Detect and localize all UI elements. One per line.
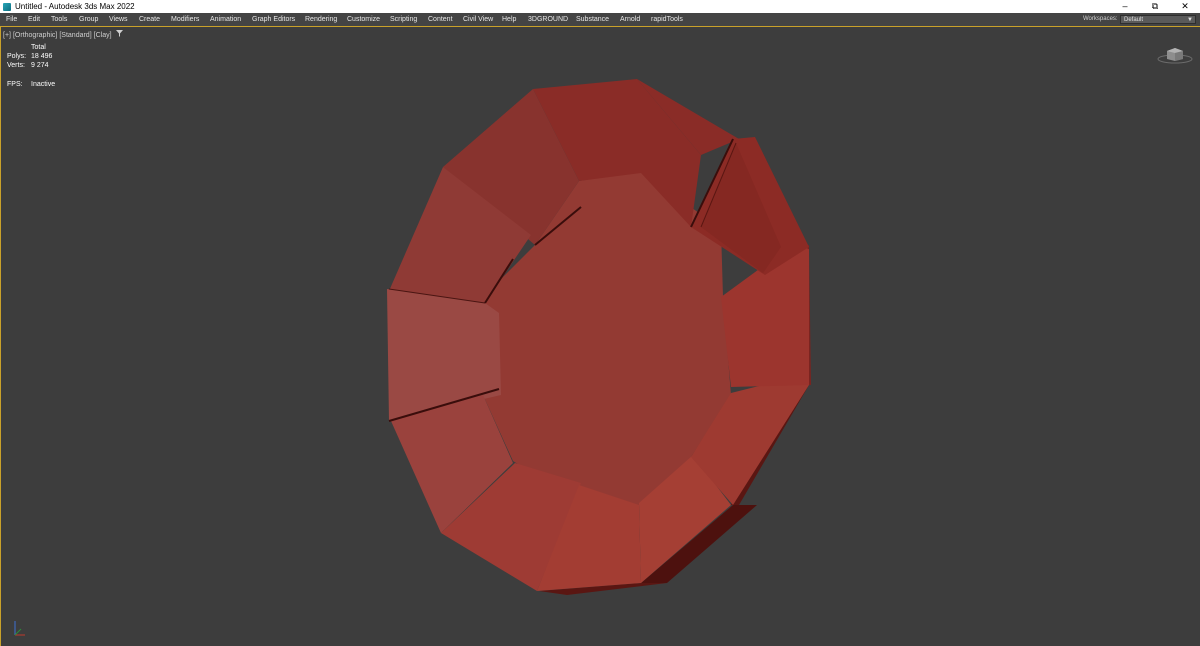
menu-content[interactable]: Content: [428, 13, 453, 26]
menu-substance[interactable]: Substance: [576, 13, 609, 26]
menu-views[interactable]: Views: [109, 13, 128, 26]
fps-value: Inactive: [31, 81, 56, 88]
menu-file[interactable]: File: [6, 13, 17, 26]
menu-rendering[interactable]: Rendering: [305, 13, 337, 26]
stats-header: Total: [31, 44, 46, 51]
menu-arnold[interactable]: Arnold: [620, 13, 640, 26]
viewport[interactable]: [+] [Orthographic] [Standard] [Clay] Total …: [0, 26, 1200, 646]
window-title: Untitled - Autodesk 3ds Max 2022: [15, 2, 135, 11]
viewport-menu-plus[interactable]: [+]: [3, 32, 11, 39]
3d-object[interactable]: [1, 27, 1200, 646]
menu-edit[interactable]: Edit: [28, 13, 40, 26]
menu-civil-view[interactable]: Civil View: [463, 13, 493, 26]
menu-help[interactable]: Help: [502, 13, 516, 26]
menu-scripting[interactable]: Scripting: [390, 13, 417, 26]
chevron-down-icon: ▼: [1187, 17, 1193, 23]
menu-group[interactable]: Group: [79, 13, 98, 26]
verts-label: Verts:: [7, 62, 25, 69]
verts-value: 9 274: [31, 62, 49, 69]
restore-button[interactable]: ⧉: [1140, 0, 1170, 13]
menu-animation[interactable]: Animation: [210, 13, 241, 26]
menu-rapidtools[interactable]: rapidTools: [651, 13, 683, 26]
minimize-button[interactable]: –: [1110, 0, 1140, 13]
polys-value: 18 496: [31, 53, 53, 60]
filter-icon[interactable]: [114, 30, 123, 39]
viewport-point-of-view[interactable]: [Orthographic]: [13, 32, 57, 39]
viewport-shading-clay[interactable]: [Clay]: [94, 32, 112, 39]
menu-bar: File Edit Tools Group Views Create Modif…: [0, 13, 1200, 26]
close-button[interactable]: ✕: [1170, 0, 1200, 13]
app-icon: [3, 2, 11, 11]
window-controls: – ⧉ ✕: [1110, 0, 1200, 13]
menu-modifiers[interactable]: Modifiers: [171, 13, 199, 26]
polys-label: Polys:: [7, 53, 27, 60]
menu-create[interactable]: Create: [139, 13, 160, 26]
axis-tripod-icon: [14, 621, 25, 636]
title-bar: Untitled - Autodesk 3ds Max 2022 – ⧉ ✕: [0, 0, 1200, 13]
menu-tools[interactable]: Tools: [51, 13, 67, 26]
menu-customize[interactable]: Customize: [347, 13, 380, 26]
workspace-value: Default: [1124, 17, 1144, 23]
workspace-dropdown[interactable]: Default ▼: [1120, 15, 1196, 24]
viewport-label: [+] [Orthographic] [Standard] [Clay]: [3, 30, 123, 39]
viewcube-icon[interactable]: [1157, 45, 1193, 65]
viewport-shading-standard[interactable]: [Standard]: [59, 32, 91, 39]
menu-graph-editors[interactable]: Graph Editors: [252, 13, 295, 26]
fps-label: FPS:: [7, 81, 23, 88]
menu-3dground[interactable]: 3DGROUND: [528, 13, 568, 26]
workspaces-label: Workspaces:: [1083, 16, 1118, 22]
